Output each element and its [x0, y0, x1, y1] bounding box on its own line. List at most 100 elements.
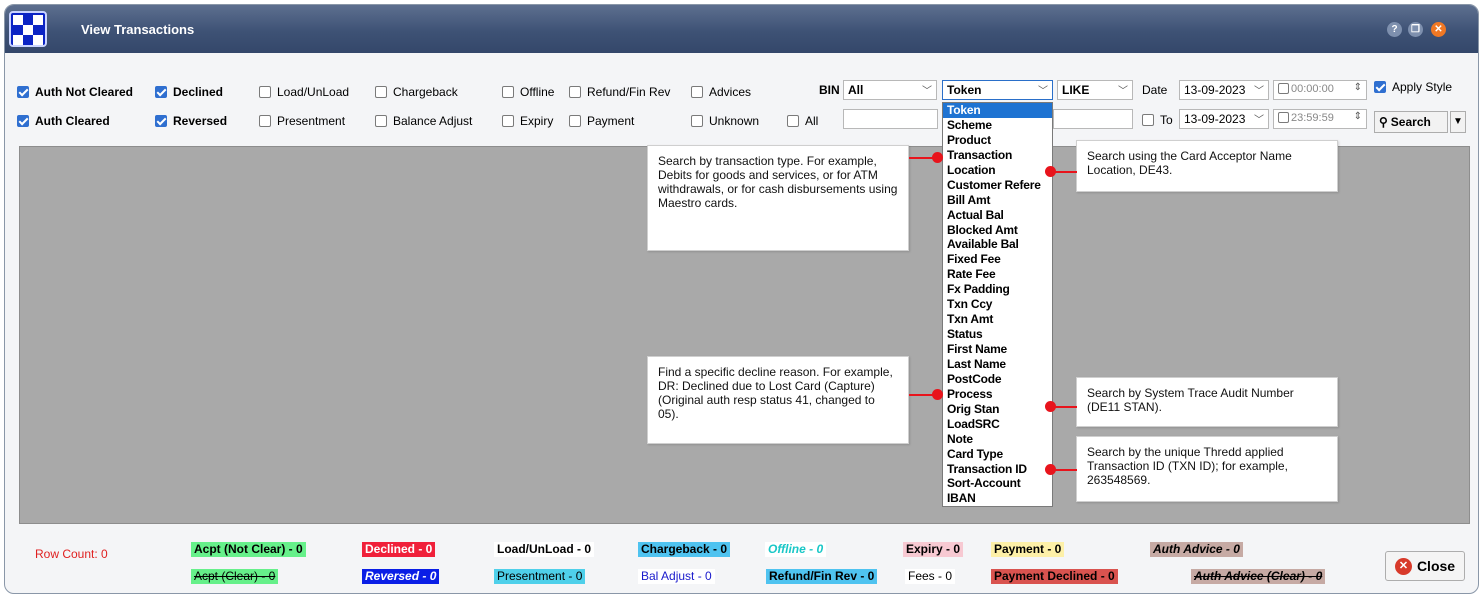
search-value-input[interactable] — [843, 109, 938, 129]
apply-style-label: Apply Style — [1392, 80, 1453, 94]
checkbox-box[interactable] — [259, 115, 271, 127]
checkbox-box[interactable] — [17, 86, 29, 98]
restore-icon[interactable]: ❐ — [1408, 22, 1423, 37]
filter-unknown-checkbox[interactable]: Unknown — [691, 114, 759, 128]
field-option-txn-amt[interactable]: Txn Amt — [943, 312, 1052, 327]
field-option-fx-padding[interactable]: Fx Padding — [943, 282, 1052, 297]
filter-label: Chargeback — [393, 85, 458, 99]
filter-load-unload-checkbox[interactable]: Load/UnLoad — [259, 85, 349, 99]
checkbox-box[interactable] — [569, 86, 581, 98]
field-option-sort-account[interactable]: Sort-Account — [943, 476, 1052, 491]
checkbox-box[interactable] — [375, 115, 387, 127]
checkbox-box[interactable] — [155, 115, 167, 127]
field-option-transaction[interactable]: Transaction — [943, 148, 1052, 163]
field-option-status[interactable]: Status — [943, 327, 1052, 342]
field-option-orig-stan[interactable]: Orig Stan — [943, 402, 1052, 417]
filter-label: Offline — [520, 85, 555, 99]
field-option-fixed-fee[interactable]: Fixed Fee — [943, 252, 1052, 267]
field-option-location[interactable]: Location — [943, 163, 1052, 178]
filter-auth-cleared-checkbox[interactable]: Auth Cleared — [17, 114, 110, 128]
field-option-note[interactable]: Note — [943, 432, 1052, 447]
window-title: View Transactions — [81, 22, 195, 37]
filter-expiry-checkbox[interactable]: Expiry — [502, 114, 553, 128]
date-from-picker[interactable]: 13-09-2023 ﹀ — [1179, 80, 1269, 100]
title-bar: View Transactions ? ❐ ✕ — [5, 5, 1478, 53]
field-option-process[interactable]: Process — [943, 387, 1052, 402]
search-button-label: Search — [1390, 115, 1431, 129]
legend-bal-adjust-0: Bal Adjust - 0 — [638, 569, 715, 584]
filter-auth-not-cleared-checkbox[interactable]: Auth Not Cleared — [17, 85, 133, 99]
chevron-down-icon: ﹀ — [1254, 115, 1264, 126]
checkbox-box[interactable] — [569, 115, 581, 127]
spinner-icon[interactable]: ⇕ — [1354, 111, 1362, 122]
field-option-available-bal[interactable]: Available Bal — [943, 237, 1052, 252]
apply-style-box[interactable] — [1374, 81, 1386, 93]
filter-advices-checkbox[interactable]: Advices — [691, 85, 751, 99]
to-label: To — [1160, 113, 1173, 127]
filter-refund-fin-rev-checkbox[interactable]: Refund/Fin Rev — [569, 85, 670, 99]
window-close-icon[interactable]: ✕ — [1431, 22, 1446, 37]
close-button[interactable]: ✕ Close — [1385, 551, 1465, 581]
field-option-actual-bal[interactable]: Actual Bal — [943, 208, 1052, 223]
filter-payment-checkbox[interactable]: Payment — [569, 114, 634, 128]
checkbox-box[interactable] — [375, 86, 387, 98]
spinner-icon[interactable]: ⇕ — [1354, 82, 1362, 93]
date-from-value: 13-09-2023 — [1184, 83, 1246, 97]
chevron-down-icon: ﹀ — [1254, 86, 1264, 97]
filter-offline-checkbox[interactable]: Offline — [502, 85, 554, 99]
to-box[interactable] — [1142, 114, 1154, 126]
field-option-token[interactable]: Token — [943, 103, 1052, 118]
filter-reversed-checkbox[interactable]: Reversed — [155, 114, 227, 128]
checkbox-box[interactable] — [259, 86, 271, 98]
checkbox-box[interactable] — [502, 86, 514, 98]
date-to-picker[interactable]: 13-09-2023 ﹀ — [1179, 109, 1269, 129]
legend-payment-declined-0: Payment Declined - 0 — [991, 569, 1118, 584]
field-option-first-name[interactable]: First Name — [943, 342, 1052, 357]
bin-select[interactable]: All ﹀ — [843, 80, 937, 100]
field-option-bill-amt[interactable]: Bill Amt — [943, 193, 1052, 208]
apply-style-checkbox[interactable]: Apply Style — [1374, 80, 1452, 94]
field-option-product[interactable]: Product — [943, 133, 1052, 148]
filter-presentment-checkbox[interactable]: Presentment — [259, 114, 345, 128]
field-option-loadsrc[interactable]: LoadSRC — [943, 417, 1052, 432]
help-icon[interactable]: ? — [1387, 22, 1402, 37]
checkbox-box[interactable] — [787, 115, 799, 127]
legend-auth-advice-0: Auth Advice - 0 — [1150, 542, 1243, 557]
field-option-blocked-amt[interactable]: Blocked Amt — [943, 223, 1052, 238]
checkbox-box[interactable] — [502, 115, 514, 127]
search-value-input-tail[interactable] — [1053, 109, 1133, 129]
field-option-transaction-id[interactable]: Transaction ID — [943, 462, 1052, 477]
time-from-picker[interactable]: 00:00:00 ⇕ — [1273, 80, 1367, 100]
legend-refund-fin-rev-0: Refund/Fin Rev - 0 — [766, 569, 878, 584]
field-option-scheme[interactable]: Scheme — [943, 118, 1052, 133]
checkbox-box[interactable] — [691, 115, 703, 127]
filter-all-checkbox[interactable]: All — [787, 114, 818, 128]
chevron-down-icon: ﹀ — [1038, 86, 1048, 97]
time-to-picker[interactable]: 23:59:59 ⇕ — [1273, 109, 1367, 129]
field-option-last-name[interactable]: Last Name — [943, 357, 1052, 372]
search-button[interactable]: ⚲ Search — [1374, 111, 1448, 133]
operator-select[interactable]: LIKE ﹀ — [1057, 80, 1133, 100]
filter-balance-adjust-checkbox[interactable]: Balance Adjust — [375, 114, 472, 128]
field-dropdown-list[interactable]: Token Scheme Product Transaction Location Cus… — [942, 102, 1053, 507]
callout-marker — [1045, 401, 1056, 412]
field-option-rate-fee[interactable]: Rate Fee — [943, 267, 1052, 282]
checkbox-box[interactable] — [155, 86, 167, 98]
filter-declined-checkbox[interactable]: Declined — [155, 85, 223, 99]
field-option-iban[interactable]: IBAN — [943, 491, 1052, 506]
time-to-checkbox[interactable] — [1278, 112, 1289, 123]
to-checkbox[interactable]: To — [1142, 113, 1173, 127]
app-logo-icon — [9, 11, 47, 47]
checkbox-box[interactable] — [691, 86, 703, 98]
field-option-card-type[interactable]: Card Type — [943, 447, 1052, 462]
search-options-button[interactable]: ▼ — [1450, 111, 1466, 133]
callout-transaction-id: Search by the unique Thredd applied Tran… — [1076, 436, 1338, 502]
field-option-postcode[interactable]: PostCode — [943, 372, 1052, 387]
callout-marker — [1045, 464, 1056, 475]
field-option-txn-ccy[interactable]: Txn Ccy — [943, 297, 1052, 312]
time-from-checkbox[interactable] — [1278, 83, 1289, 94]
filter-chargeback-checkbox[interactable]: Chargeback — [375, 85, 458, 99]
field-select[interactable]: Token ﹀ — [942, 80, 1053, 100]
field-option-customer-refere[interactable]: Customer Refere — [943, 178, 1052, 193]
checkbox-box[interactable] — [17, 115, 29, 127]
